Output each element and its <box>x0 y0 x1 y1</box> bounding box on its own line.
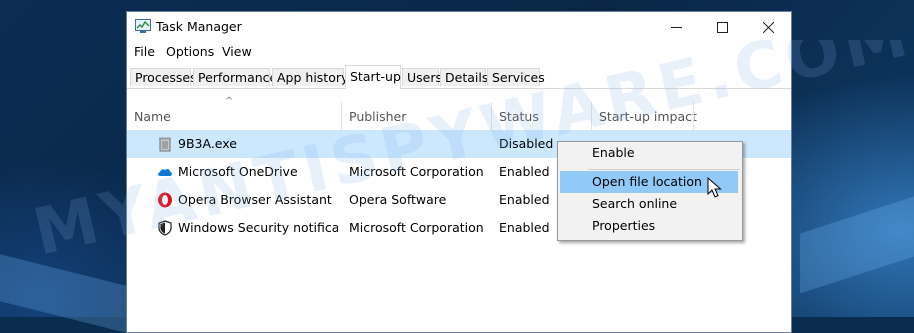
wallpaper-light-shard <box>0 254 126 333</box>
tab-processes[interactable]: Processes <box>130 68 197 86</box>
menu-view[interactable]: View <box>222 44 252 59</box>
sort-ascending-icon: ^ <box>225 96 234 107</box>
maximize-icon <box>716 21 728 33</box>
row-publisher: Microsoft Corporation <box>349 220 484 235</box>
menu-file[interactable]: File <box>134 44 155 59</box>
close-icon <box>762 21 774 33</box>
column-divider[interactable] <box>693 102 694 132</box>
column-header-name[interactable]: Name <box>134 102 171 132</box>
onedrive-cloud-icon <box>158 169 172 176</box>
column-divider[interactable] <box>491 102 492 132</box>
close-button[interactable] <box>745 12 791 42</box>
minimize-button[interactable] <box>653 12 699 42</box>
context-menu-separator <box>588 169 740 170</box>
tab-app-history[interactable]: App history <box>272 68 348 86</box>
context-menu-properties[interactable]: Properties <box>560 215 738 237</box>
row-publisher: Microsoft Corporation <box>349 164 484 179</box>
wallpaper-light-shard <box>800 196 914 294</box>
tab-services[interactable]: Services <box>487 68 545 86</box>
minimize-icon <box>670 26 682 28</box>
row-name: Windows Security notificati... <box>178 220 338 235</box>
recycle-bin-icon <box>159 137 171 152</box>
row-publisher: Opera Software <box>349 192 447 207</box>
row-name: Microsoft OneDrive <box>178 164 298 179</box>
title-bar: Task Manager <box>127 12 791 42</box>
row-name: Opera Browser Assistant <box>178 192 332 207</box>
mouse-pointer-icon <box>707 177 722 198</box>
row-publisher <box>349 130 489 158</box>
opera-icon <box>158 192 172 208</box>
column-divider[interactable] <box>591 102 592 132</box>
column-header-startup-impact[interactable]: Start-up impact <box>599 102 697 132</box>
task-manager-icon <box>135 19 151 33</box>
window-title: Task Manager <box>156 19 242 34</box>
tab-performance[interactable]: Performance <box>193 68 277 86</box>
column-header-row: ^ Name Publisher Status Start-up impact <box>127 96 791 132</box>
row-name: 9B3A.exe <box>178 136 237 151</box>
column-header-status[interactable]: Status <box>499 102 539 132</box>
tab-strip: Processes Performance App history Start-… <box>127 65 791 89</box>
tab-details[interactable]: Details <box>440 68 488 86</box>
maximize-button[interactable] <box>699 12 745 42</box>
column-divider[interactable] <box>341 102 342 132</box>
tab-users[interactable]: Users <box>402 68 442 86</box>
menu-options[interactable]: Options <box>166 44 214 59</box>
column-header-publisher[interactable]: Publisher <box>349 102 406 132</box>
shield-icon <box>158 220 172 236</box>
context-menu-enable[interactable]: Enable <box>560 142 738 164</box>
tab-start-up[interactable]: Start-up <box>345 65 401 89</box>
